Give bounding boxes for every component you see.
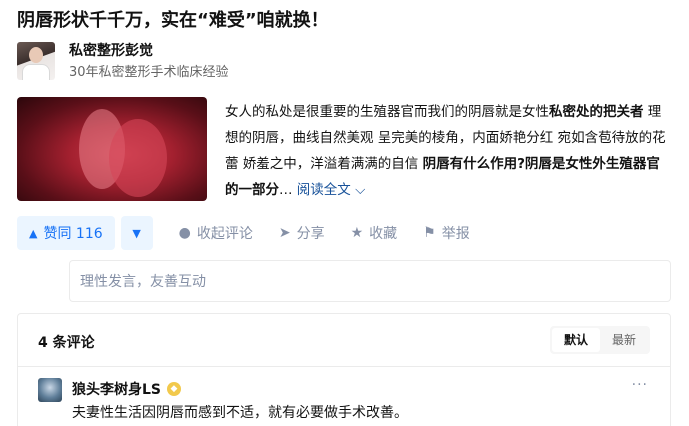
commenter-avatar[interactable] <box>38 378 62 402</box>
triangle-down-icon: ▼ <box>132 226 141 240</box>
badge-icon: ◆ <box>167 382 182 396</box>
commenter-name[interactable]: 狼头李树身LS <box>72 379 161 399</box>
action-bar: ▲ 赞同 116 ▼ ● 收起评论 ➤ 分享 ★ 收藏 ⚑ 举报 <box>17 216 470 250</box>
triangle-up-icon: ▲ <box>29 226 38 240</box>
excerpt-text: 女人的私处是很重要的生殖器官而我们的阴唇就是女性 <box>225 104 549 120</box>
collapse-comments-button[interactable]: ● 收起评论 <box>179 223 253 243</box>
favorite-button[interactable]: ★ 收藏 <box>351 223 398 243</box>
excerpt-bold: 私密处的把关者 <box>549 104 644 120</box>
vote-up-label: 赞同 116 <box>43 226 103 242</box>
comments-header: 4 条评论 默认 最新 <box>18 314 670 366</box>
divider <box>18 366 670 367</box>
author-block: 私密整形彭觉 30年私密整形手术临床经验 <box>17 42 229 82</box>
author-name[interactable]: 私密整形彭觉 <box>69 42 229 60</box>
flag-icon: ⚑ <box>423 225 436 241</box>
read-more-label: 阅读全文 <box>296 182 351 198</box>
comment-count: 4 条评论 <box>38 335 95 351</box>
share-button[interactable]: ➤ 分享 <box>279 223 325 243</box>
vote-up-button[interactable]: ▲ 赞同 116 <box>17 216 115 250</box>
article-thumbnail[interactable] <box>17 97 207 201</box>
article-title[interactable]: 阴唇形状千千万，实在“难受”咱就换！ <box>17 6 329 32</box>
share-label: 分享 <box>296 226 325 242</box>
report-label: 举报 <box>441 226 470 242</box>
article-excerpt[interactable]: 女人的私处是很重要的生殖器官而我们的阴唇就是女性私密处的把关者 理想的阴唇，曲线… <box>225 99 671 203</box>
author-info: 私密整形彭觉 30年私密整形手术临床经验 <box>69 42 229 82</box>
avatar-coat <box>22 64 50 80</box>
vote-down-button[interactable]: ▼ <box>120 216 153 250</box>
comment-input[interactable]: 理性发言，友善互动 <box>69 260 671 302</box>
paper-plane-icon: ➤ <box>278 225 291 241</box>
author-description: 30年私密整形手术临床经验 <box>69 65 229 80</box>
comment-input-placeholder: 理性发言，友善互动 <box>80 274 206 290</box>
read-more-link[interactable]: 阅读全文 ⌵ <box>297 182 366 198</box>
avatar-face <box>29 47 43 63</box>
article-content[interactable]: 女人的私处是很重要的生殖器官而我们的阴唇就是女性私密处的把关者 理想的阴唇，曲线… <box>17 97 671 202</box>
more-options-icon[interactable]: ··· <box>632 377 648 393</box>
star-icon: ★ <box>350 225 364 241</box>
commenter-name-row: 狼头李树身LS ◆ <box>72 379 182 399</box>
comment-sort-toggle: 默认 最新 <box>549 326 650 354</box>
author-avatar[interactable] <box>17 42 55 80</box>
collapse-comments-label: 收起评论 <box>196 226 253 242</box>
thumbnail-shape <box>109 119 167 197</box>
comments-panel: 4 条评论 默认 最新 狼头李树身LS ◆ ··· 夫妻性生活因阴唇而感到不适，… <box>17 313 671 426</box>
sort-default-tab[interactable]: 默认 <box>551 328 600 352</box>
comment-icon: ● <box>178 225 191 241</box>
excerpt-ellipsis: … <box>279 182 297 198</box>
comment-text: 夫妻性生活因阴唇而感到不适，就有必要做手术改善。 <box>72 405 408 421</box>
favorite-label: 收藏 <box>369 226 398 242</box>
sort-latest-tab[interactable]: 最新 <box>600 328 648 352</box>
report-button[interactable]: ⚑ 举报 <box>423 223 470 243</box>
chevron-down-icon: ⌵ <box>355 182 366 198</box>
